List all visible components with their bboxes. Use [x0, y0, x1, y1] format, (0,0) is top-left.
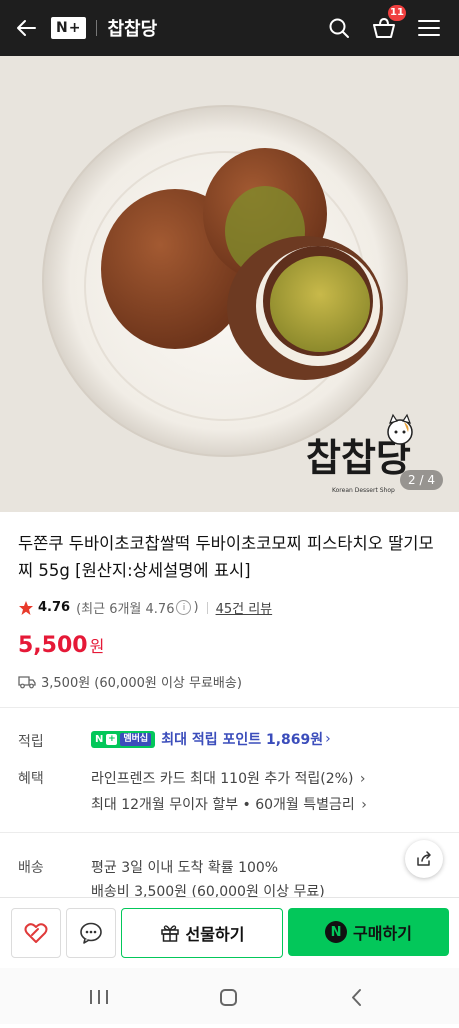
buy-label: 구매하기 [353, 924, 412, 943]
price: 5,500 원 [18, 633, 104, 658]
benefit-card-row[interactable]: 라인프렌즈 카드 최대 110원 추가 적립(2%) › [91, 768, 366, 788]
image-counter: 2 / 4 [400, 470, 443, 490]
membership-label: 멤버십 [120, 732, 152, 746]
rating-recent: (최근 6개월 4.76 [76, 602, 175, 617]
benefits-label: 혜택 [18, 771, 44, 787]
back-button[interactable] [6, 8, 46, 48]
search-button[interactable] [319, 8, 359, 48]
product-photo: 찹찹당 Korean Dessert Shop [0, 56, 459, 512]
rating-score: 4.76 [38, 600, 71, 615]
chevron-right-icon: › [355, 771, 366, 787]
shipping-summary-row: 3,500원 (60,000원 이상 무료배송) [18, 672, 242, 691]
delivery-estimate: 평균 3일 이내 도착 확률 100% [91, 860, 279, 876]
home-icon[interactable] [209, 987, 249, 1011]
menu-button[interactable] [409, 8, 449, 48]
buy-button[interactable]: N 구매하기 [288, 908, 449, 956]
rating-divider [206, 601, 208, 614]
naver-membership-tag: N + 멤버십 [91, 730, 156, 748]
watermark-subtext: Korean Dessert Shop [332, 487, 395, 494]
naver-n-label: N [95, 733, 104, 745]
section-divider [0, 707, 459, 708]
price-unit: 원 [89, 637, 105, 656]
chat-bubble-icon [80, 922, 102, 944]
cart-button[interactable]: 11 [364, 5, 406, 48]
top-header: N+ 찹찹당 11 [0, 0, 459, 56]
price-value: 5,500 [18, 633, 88, 658]
heart-icon [24, 923, 48, 943]
share-button[interactable] [405, 840, 443, 878]
talk-inquiry-button[interactable] [66, 908, 116, 958]
recent-apps-icon[interactable] [80, 986, 120, 1010]
logo-divider [96, 20, 98, 36]
share-icon [417, 851, 431, 866]
search-icon [329, 18, 349, 38]
store-name: 찹찹당 [107, 19, 158, 40]
hamburger-menu-icon [418, 20, 440, 36]
benefit-installment-row[interactable]: 최대 12개월 무이자 할부 • 60개월 특별금리 › [91, 794, 367, 814]
naver-pay-icon: N [325, 921, 348, 943]
system-navigation-bar [0, 968, 459, 1024]
wishlist-button[interactable] [11, 908, 61, 958]
card-benefit-text: 라인프렌즈 카드 최대 110원 추가 적립(2%) [91, 771, 354, 787]
gift-button[interactable]: 선물하기 [121, 908, 283, 958]
bottom-action-bar: 선물하기 N 구매하기 [0, 897, 459, 968]
truck-icon [18, 675, 36, 688]
installment-text: 최대 12개월 무이자 할부 • 60개월 특별금리 [91, 797, 355, 813]
shipping-summary: 3,500원 (60,000원 이상 무료배송) [41, 676, 242, 691]
naver-plus-logo: N+ [51, 17, 87, 39]
store-logo[interactable]: N+ 찹찹당 [51, 17, 158, 40]
chevron-right-icon: › [325, 731, 331, 747]
points-row[interactable]: N + 멤버십 최대 적립 포인트 1,869원 › [91, 729, 331, 749]
info-icon[interactable]: i [176, 600, 192, 615]
watermark-cat-icon [387, 413, 413, 445]
gift-label: 선물하기 [185, 925, 245, 944]
gift-icon [160, 925, 179, 942]
rating-row: 4.76 (최근 6개월 4.76 i ) 45건 리뷰 [18, 598, 272, 617]
rating-recent-close: ) [193, 600, 199, 615]
product-image-carousel[interactable]: 찹찹당 Korean Dessert Shop 2 / 4 [0, 56, 459, 512]
review-count-link[interactable]: 45건 리뷰 [216, 598, 273, 617]
star-icon [19, 600, 33, 615]
back-nav-icon[interactable] [338, 986, 378, 1010]
cart-count-badge: 11 [388, 5, 406, 21]
points-label: 적립 [18, 734, 44, 750]
section-divider [0, 832, 459, 833]
product-title: 두쫀쿠 두바이초코찹쌀떡 두바이초코모찌 피스타치오 딸기모찌 55g [원산지… [18, 534, 434, 580]
plus-icon: + [106, 733, 118, 745]
chevron-right-icon: › [356, 797, 367, 813]
max-points-text: 최대 적립 포인트 1,869원 [161, 732, 324, 748]
delivery-label: 배송 [18, 860, 44, 876]
back-arrow-icon [17, 20, 36, 36]
